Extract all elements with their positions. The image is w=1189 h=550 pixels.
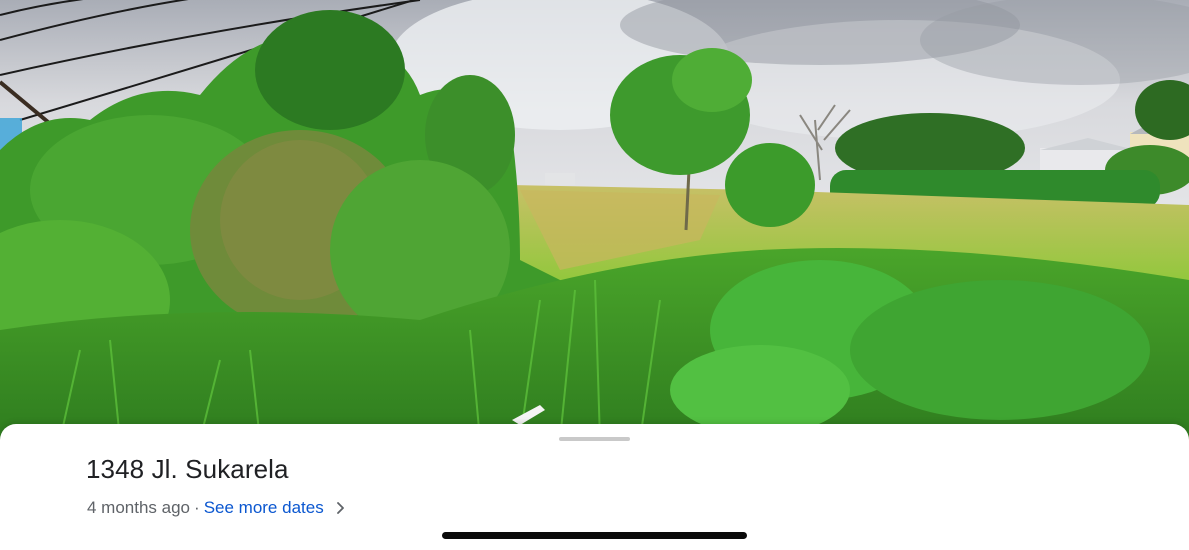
- chevron-right-icon[interactable]: [336, 501, 345, 515]
- panorama-image: [0, 0, 1189, 440]
- place-info-sheet[interactable]: 1348 Jl. Sukarela 4 months ago · See mor…: [0, 424, 1189, 550]
- capture-info-row: 4 months ago · See more dates: [87, 498, 345, 518]
- meta-separator: ·: [194, 498, 200, 517]
- place-address: 1348 Jl. Sukarela: [86, 454, 289, 484]
- street-view-panorama[interactable]: [0, 0, 1189, 440]
- home-indicator[interactable]: [442, 532, 747, 539]
- see-more-dates-link[interactable]: See more dates: [204, 498, 324, 518]
- capture-age: 4 months ago: [87, 498, 191, 517]
- sheet-drag-handle[interactable]: [559, 437, 630, 441]
